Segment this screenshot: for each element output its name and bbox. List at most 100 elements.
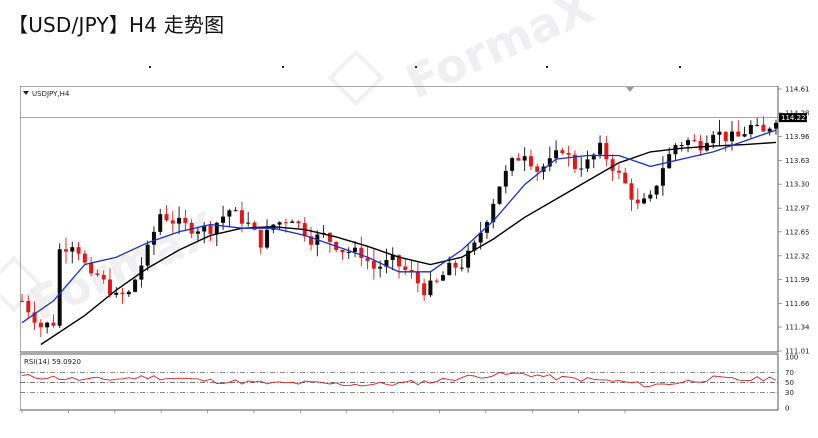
rsi-axis: 100 70 50 30 0 bbox=[785, 354, 798, 413]
chart-frame[interactable]: 114.615114.285113.960113.630113.305112.9… bbox=[20, 86, 810, 413]
price-tick-label: 112.320 bbox=[785, 252, 810, 260]
rsi-tick-label: 50 bbox=[785, 379, 794, 387]
dot bbox=[282, 66, 284, 68]
price-axis: 114.615114.285113.960113.630113.305112.9… bbox=[778, 86, 810, 356]
candle-body bbox=[528, 156, 533, 167]
candle-body bbox=[748, 124, 753, 135]
symbol-dropdown-icon[interactable] bbox=[23, 91, 29, 95]
candle-body bbox=[686, 140, 691, 146]
rsi-panel-border bbox=[20, 353, 779, 411]
candle-body bbox=[133, 279, 138, 292]
candle-body bbox=[510, 158, 515, 171]
chart-shift-icon[interactable] bbox=[626, 87, 634, 92]
candle-body bbox=[290, 221, 295, 223]
candle-body bbox=[535, 166, 540, 172]
candle-body bbox=[145, 244, 150, 266]
candle-body bbox=[554, 150, 559, 159]
candle-body bbox=[598, 142, 603, 155]
candle-body bbox=[723, 131, 728, 142]
main-panel-border bbox=[20, 86, 779, 353]
dot bbox=[679, 66, 681, 68]
rsi-tick-label: 0 bbox=[785, 405, 789, 413]
candle-body bbox=[378, 266, 383, 269]
candle-body bbox=[761, 124, 766, 132]
candle-body bbox=[208, 225, 213, 234]
rsi-label: RSI(14) 59.0920 bbox=[24, 358, 81, 366]
dot bbox=[149, 66, 151, 68]
price-tick-label: 111.995 bbox=[785, 276, 810, 284]
candle-body bbox=[170, 220, 175, 224]
candle-body bbox=[114, 292, 119, 295]
candle-body bbox=[440, 275, 445, 281]
dot bbox=[415, 66, 417, 68]
price-tick-label: 113.630 bbox=[785, 157, 810, 165]
candle-body bbox=[20, 300, 24, 302]
price-tick-label: 113.960 bbox=[785, 133, 810, 141]
candle-body bbox=[698, 140, 703, 151]
candle-body bbox=[70, 247, 75, 252]
candle-body bbox=[51, 322, 56, 326]
candle-body bbox=[164, 214, 169, 221]
price-tick-label: 113.305 bbox=[785, 181, 810, 189]
candle-body bbox=[120, 292, 125, 295]
candle-body bbox=[239, 210, 244, 224]
candle-body bbox=[604, 142, 609, 160]
rsi-line bbox=[21, 371, 777, 388]
ma-slow-line bbox=[40, 141, 777, 346]
candle-body bbox=[453, 262, 458, 268]
candle-body bbox=[327, 232, 332, 242]
candle-body bbox=[340, 249, 345, 253]
candle-body bbox=[459, 267, 464, 269]
candle-body bbox=[516, 158, 521, 161]
candle-body bbox=[623, 172, 628, 184]
price-tick-label: 114.615 bbox=[785, 86, 810, 94]
candle-body bbox=[277, 222, 282, 225]
candle-body bbox=[63, 249, 68, 252]
candle-body bbox=[497, 186, 502, 204]
candle-body bbox=[221, 216, 226, 223]
candle-body bbox=[422, 283, 427, 296]
candle-body bbox=[679, 145, 684, 147]
candle-body bbox=[233, 210, 238, 212]
price-tick-label: 112.975 bbox=[785, 205, 810, 213]
candle-body bbox=[579, 168, 584, 170]
candle-body bbox=[101, 274, 106, 280]
symbol-label: USDJPY,H4 bbox=[32, 90, 70, 98]
chart-svg[interactable]: 114.615114.285113.960113.630113.305112.9… bbox=[20, 86, 810, 416]
candle-body bbox=[227, 210, 232, 217]
candle-body bbox=[629, 183, 634, 200]
candle-body bbox=[57, 249, 62, 326]
price-tick-label: 111.340 bbox=[785, 324, 810, 332]
candle-body bbox=[258, 229, 263, 248]
candle-body bbox=[403, 266, 408, 270]
candle-body bbox=[755, 124, 760, 126]
candle-body bbox=[359, 247, 364, 259]
candle-body bbox=[195, 231, 200, 234]
rsi-tick-label: 70 bbox=[785, 369, 794, 377]
candle-body bbox=[82, 253, 87, 263]
candle-body bbox=[296, 221, 301, 224]
rsi-tick-label: 100 bbox=[785, 354, 798, 362]
candle-body bbox=[415, 272, 420, 284]
candle-body bbox=[283, 222, 288, 224]
candle-body bbox=[183, 217, 188, 223]
separator-dots bbox=[0, 58, 818, 68]
candle-body bbox=[774, 122, 778, 129]
candle-body bbox=[642, 198, 647, 204]
candle-series bbox=[20, 116, 778, 337]
candle-body bbox=[522, 156, 527, 161]
candle-body bbox=[177, 217, 182, 224]
candle-body bbox=[730, 131, 735, 142]
candle-body bbox=[265, 229, 270, 248]
candle-body bbox=[95, 273, 100, 275]
candle-body bbox=[107, 279, 112, 295]
candle-body bbox=[648, 194, 653, 199]
candle-body bbox=[585, 159, 590, 169]
candle-body bbox=[717, 131, 722, 135]
dot bbox=[546, 66, 548, 68]
candle-body bbox=[616, 170, 621, 173]
candle-body bbox=[89, 262, 94, 274]
candle-body bbox=[126, 291, 131, 295]
rsi-tick-label: 30 bbox=[785, 389, 794, 397]
price-tick-label: 112.650 bbox=[785, 228, 810, 236]
